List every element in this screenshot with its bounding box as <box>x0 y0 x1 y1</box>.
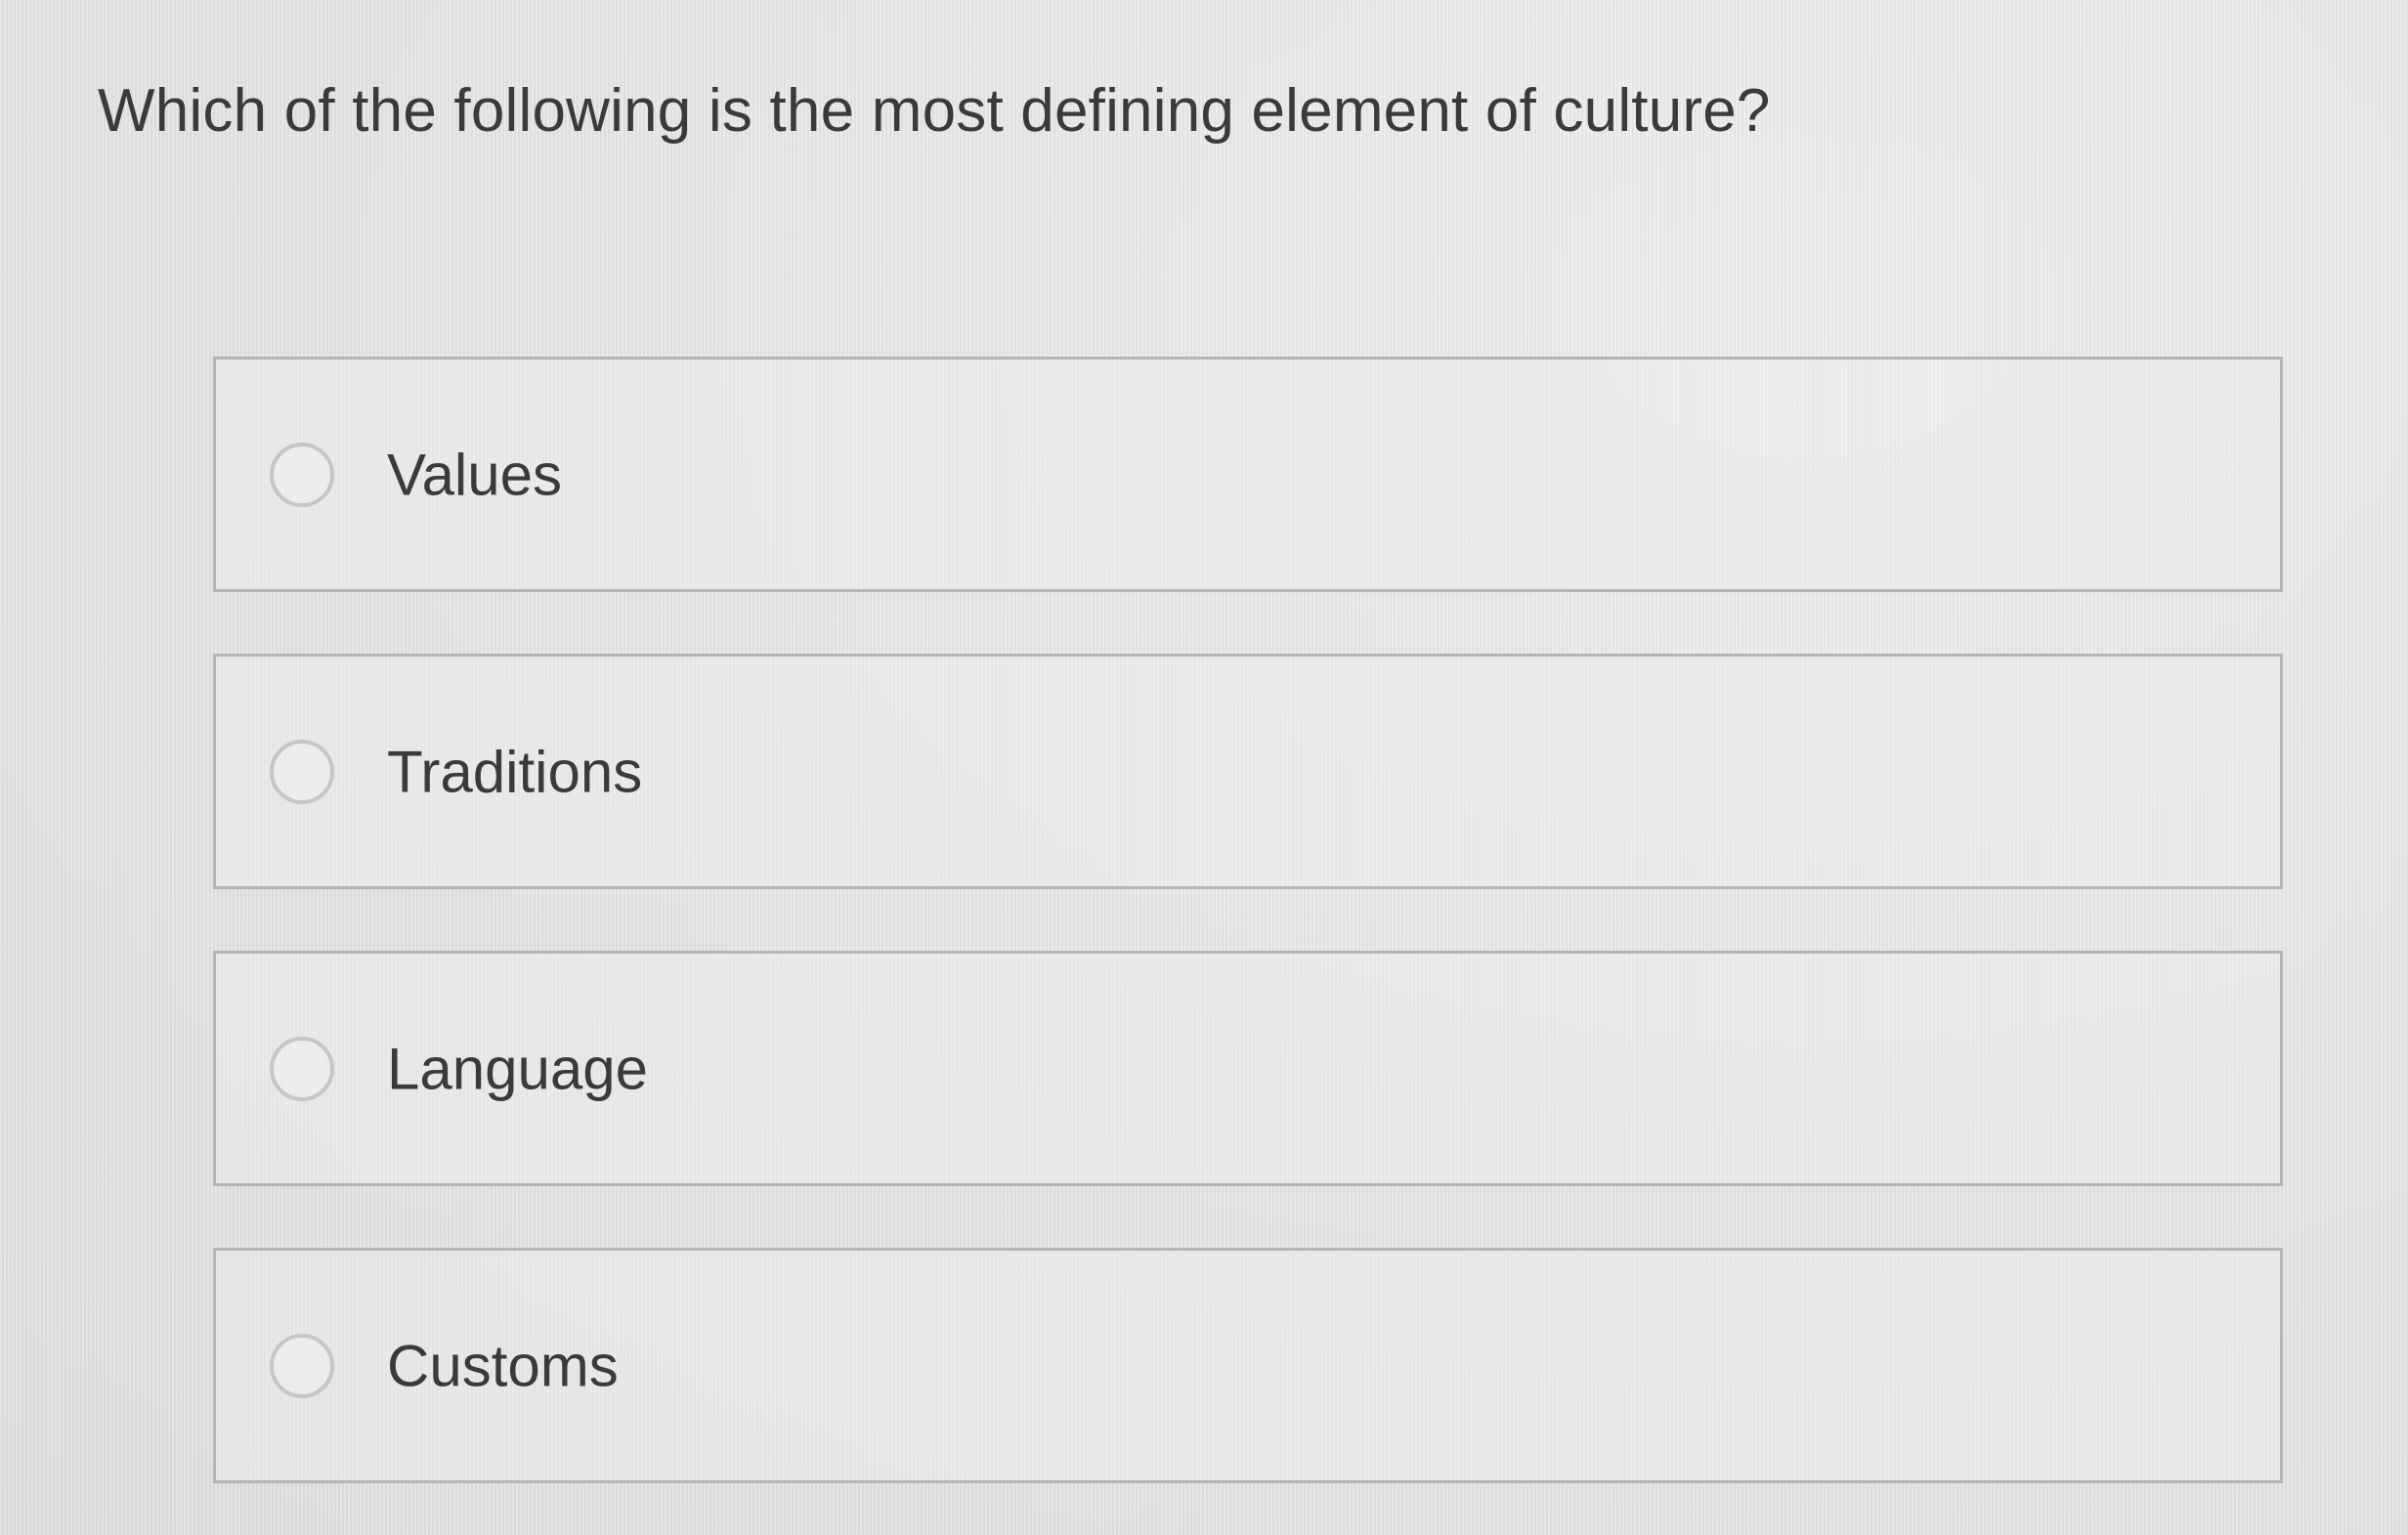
option-label: Traditions <box>387 739 643 804</box>
option-label: Language <box>387 1036 648 1101</box>
option-label: Customs <box>387 1333 619 1398</box>
option-customs[interactable]: Customs <box>213 1248 2283 1483</box>
option-label: Values <box>387 442 563 507</box>
radio-button-icon[interactable] <box>270 739 334 804</box>
question-text: Which of the following is the most defin… <box>98 77 1771 145</box>
option-values[interactable]: Values <box>213 357 2283 592</box>
radio-button-icon[interactable] <box>270 1333 334 1398</box>
radio-button-icon[interactable] <box>270 1036 334 1101</box>
option-language[interactable]: Language <box>213 951 2283 1186</box>
radio-button-icon[interactable] <box>270 442 334 507</box>
option-traditions[interactable]: Traditions <box>213 654 2283 889</box>
answer-options: Values Traditions Language Customs <box>213 357 2283 1483</box>
